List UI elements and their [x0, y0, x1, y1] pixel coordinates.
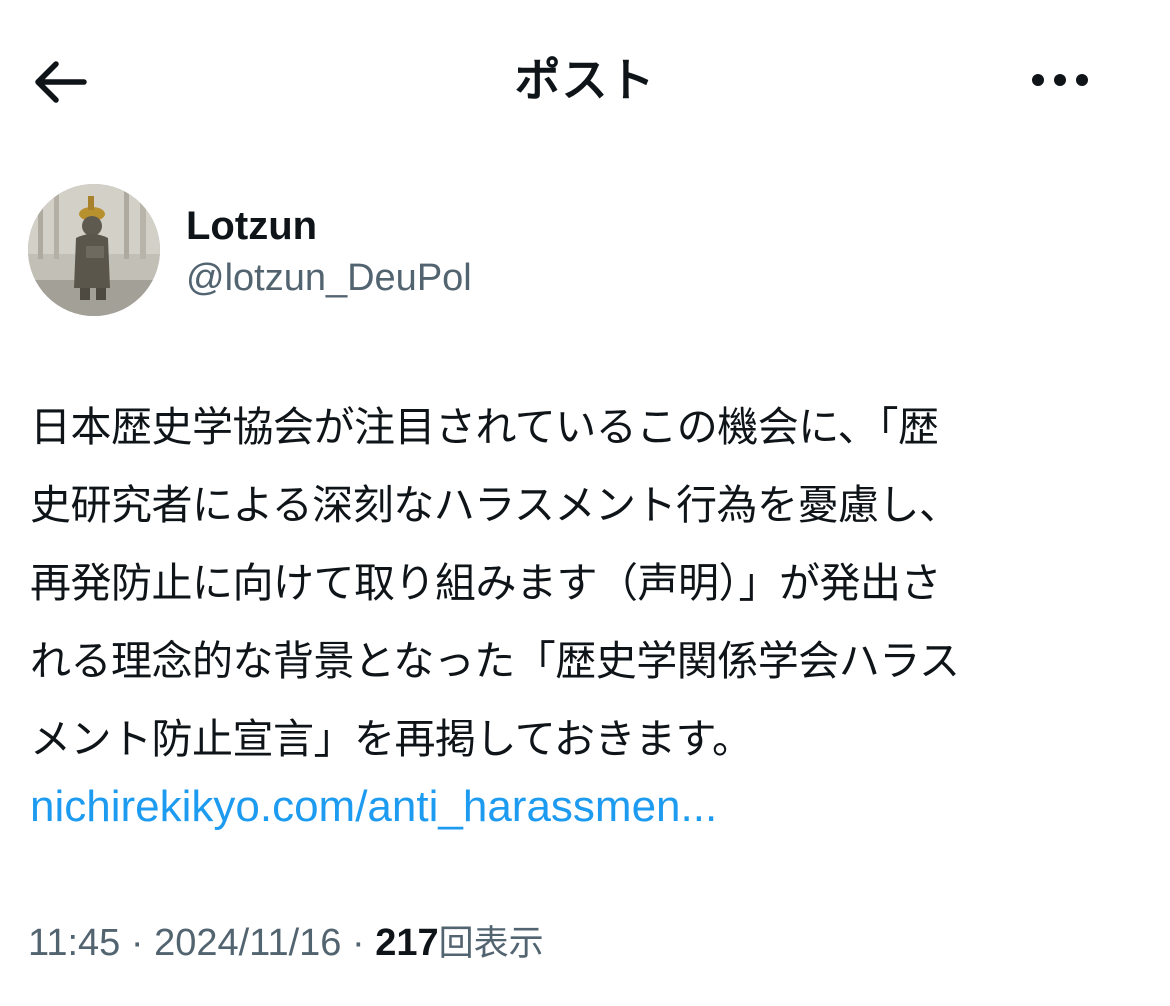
post-text: 日本歴史学協会が注目されているこの機会に、「歴 史研究者による深刻なハラスメント…: [30, 403, 960, 763]
display-name[interactable]: Lotzun: [186, 202, 317, 250]
meta-separator: ·: [352, 922, 365, 964]
user-handle[interactable]: @lotzun_DeuPol: [186, 255, 472, 301]
post-meta: 11:45 · 2024/11/16 · 217回表示: [28, 913, 544, 974]
top-bar: ポスト: [0, 0, 1170, 160]
meta-separator: ·: [130, 922, 144, 964]
post-link[interactable]: nichirekikyo.com/anti_harassmen...: [30, 768, 717, 846]
avatar[interactable]: [28, 184, 160, 316]
post-time[interactable]: 11:45: [28, 922, 120, 964]
views-label: 回表示: [438, 924, 544, 964]
views-count[interactable]: 217: [375, 922, 438, 964]
more-options-button[interactable]: [1020, 50, 1100, 110]
author-block: Lotzun @lotzun_DeuPol: [28, 184, 1128, 316]
statue-photo-icon: [28, 184, 160, 316]
more-horizontal-icon: [1032, 74, 1088, 86]
page-title: ポスト: [514, 54, 656, 106]
post-date[interactable]: 2024/11/16: [154, 922, 341, 964]
